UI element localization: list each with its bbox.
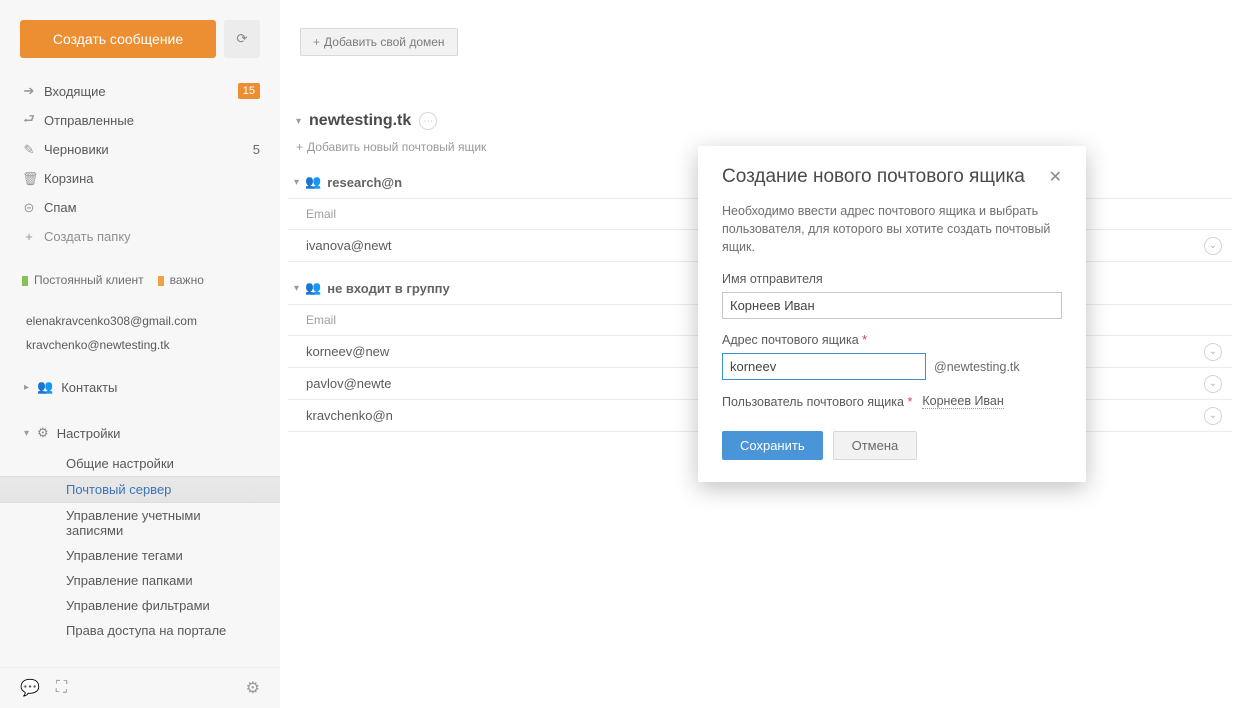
compose-button[interactable]: Создать сообщение [20,20,216,58]
create-mailbox-modal: Создание нового почтового ящика ✕ Необхо… [698,146,1086,482]
sidebar-item-inbox[interactable]: ➔ Входящие 15 [0,76,280,106]
chat-icon[interactable]: 💬 [20,678,40,698]
sidebar-item-label: Создать папку [44,229,131,244]
settings-item-folders[interactable]: Управление папками [0,568,280,593]
settings-subnav: Общие настройки Почтовый сервер Управлен… [0,451,280,643]
sender-name-input[interactable] [722,292,1062,319]
arrow-left-icon: ⮐ [22,110,36,132]
settings-item-accounts[interactable]: Управление учетными записями [0,503,280,543]
people-icon: 👥 [305,280,321,296]
sidebar-item-label: Входящие [44,84,106,99]
chevron-down-icon: ▾ [294,177,299,188]
account-list: elenakravcenko308@gmail.com kravchenko@n… [0,305,280,369]
chevron-down-icon: ▾ [24,428,29,439]
account-email: elenakravcenko308@gmail.com [26,314,197,328]
trash-icon: 🗑 [22,171,36,187]
settings-item-filters[interactable]: Управление фильтрами [0,593,280,618]
add-domain-button[interactable]: +Добавить свой домен [300,28,458,56]
col-email: Email [288,305,718,335]
cell-email: korneev@new [288,336,718,367]
chevron-down-icon: ▾ [296,116,301,127]
group-label: не входит в группу [327,281,450,296]
address-label: Адрес почтового ящика * [722,333,1062,347]
domain-settings-icon[interactable]: ⋯ [419,112,437,130]
row-menu-icon[interactable]: ⌄ [1204,343,1222,361]
plus-icon: + [22,229,36,244]
address-input[interactable] [722,353,926,380]
close-icon[interactable]: ✕ [1049,167,1062,187]
sidebar-item-drafts[interactable]: ✎ Черновики 5 [0,135,280,164]
expand-icon[interactable]: ⛶ [56,679,67,697]
spam-icon: ⊝ [22,200,36,216]
section-label: Контакты [61,380,117,395]
people-icon: 👥 [37,379,53,395]
gear-icon: ⚙ [37,425,49,441]
user-select-link[interactable]: Корнеев Иван [922,394,1003,409]
arrow-right-icon: ➔ [22,83,36,99]
cell-email: pavlov@newte [288,368,718,399]
row-menu-icon[interactable]: ⌄ [1204,237,1222,255]
save-button[interactable]: Сохранить [722,431,823,460]
group-label: research@n [327,175,402,190]
account-email: kravchenko@newtesting.tk [26,338,170,352]
account-item[interactable]: elenakravcenko308@gmail.com [0,309,280,333]
chevron-down-icon: ▾ [294,283,299,294]
sidebar-item-sent[interactable]: ⮐ Отправленные [0,106,280,135]
modal-title: Создание нового почтового ящика [722,166,1025,188]
refresh-button[interactable]: ⟳ [224,20,260,58]
people-icon: 👥 [305,174,321,190]
gear-icon[interactable]: ⚙ [246,678,260,698]
plus-icon: + [296,140,303,154]
refresh-icon: ⟳ [236,31,247,47]
cell-email: kravchenko@n [288,400,718,431]
settings-item-tags[interactable]: Управление тегами [0,543,280,568]
sidebar-item-spam[interactable]: ⊝ Спам [0,193,280,222]
tag-important[interactable]: важно [158,273,204,287]
settings-item-portal[interactable]: Права доступа на портале [0,618,280,643]
user-label: Пользователь почтового ящика * [722,395,912,409]
tag-permanent[interactable]: Постоянный клиент [22,273,144,287]
plus-icon: + [313,35,320,49]
inbox-badge: 15 [238,83,260,99]
sidebar-item-label: Корзина [44,171,94,186]
account-item[interactable]: kravchenko@newtesting.tk [0,333,280,357]
edit-icon: ✎ [22,142,36,158]
sidebar-item-create-folder[interactable]: + Создать папку [0,222,280,251]
settings-item-general[interactable]: Общие настройки [0,451,280,476]
sidebar-item-label: Отправленные [44,113,134,128]
sender-name-label: Имя отправителя [722,272,1062,286]
sidebar-bottom-toolbar: 💬 ⛶ ⚙ [0,667,280,708]
domain-row[interactable]: ▾ newtesting.tk ⋯ [288,64,1232,136]
chevron-right-icon: ▸ [24,382,29,393]
row-menu-icon[interactable]: ⌄ [1204,407,1222,425]
tag-list: Постоянный клиент важно [0,261,280,305]
section-label: Настройки [57,426,121,441]
section-settings[interactable]: ▾ ⚙ Настройки [0,415,280,451]
sidebar: Создать сообщение ⟳ ➔ Входящие 15 ⮐ Отпр… [0,0,280,708]
section-contacts[interactable]: ▸ 👥 Контакты [0,369,280,405]
modal-intro: Необходимо ввести адрес почтового ящика … [698,200,1086,272]
cancel-button[interactable]: Отмена [833,431,918,460]
folder-nav: ➔ Входящие 15 ⮐ Отправленные ✎ Черновики… [0,66,280,261]
address-suffix: @newtesting.tk [934,360,1020,374]
main-content: +Добавить свой домен ▾ newtesting.tk ⋯ +… [280,0,1240,708]
cell-email: ivanova@newt [288,230,718,261]
settings-item-mailserver[interactable]: Почтовый сервер [0,476,280,503]
domain-name: newtesting.tk [309,112,411,130]
sidebar-item-trash[interactable]: 🗑 Корзина [0,164,280,193]
sidebar-item-label: Спам [44,200,77,215]
drafts-count: 5 [253,142,260,157]
col-email: Email [288,199,718,229]
sidebar-item-label: Черновики [44,142,109,157]
row-menu-icon[interactable]: ⌄ [1204,375,1222,393]
